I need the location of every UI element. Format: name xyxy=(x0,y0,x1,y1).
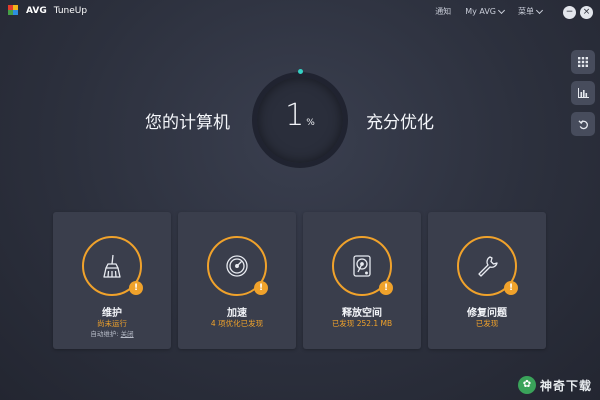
warning-badge: ! xyxy=(504,281,518,295)
apps-grid-button[interactable] xyxy=(571,50,595,74)
headline-fully-optimized: 充分优化 xyxy=(366,113,434,133)
warning-badge: ! xyxy=(129,281,143,295)
site-watermark: ✿ 神奇下载 xyxy=(517,376,592,394)
avg-logo-icon xyxy=(8,5,22,17)
grid-icon xyxy=(578,57,588,67)
notifications-link[interactable]: 通知 xyxy=(435,6,451,17)
free-space-status: 已发现 252.1 MB xyxy=(331,319,393,328)
headline-your-computer: 您的计算机 xyxy=(145,113,230,133)
speed-up-icon-circle: ! xyxy=(207,236,268,296)
gauge-percent-unit: % xyxy=(306,118,315,128)
maintenance-title: 维护 xyxy=(102,308,122,319)
speed-up-title: 加速 xyxy=(227,308,247,319)
app-logo: AVG TuneUp xyxy=(8,5,87,17)
undo-icon xyxy=(577,119,588,129)
my-avg-label: My AVG xyxy=(465,7,496,16)
auto-maintenance-toggle-link[interactable]: 关闭 xyxy=(121,330,134,338)
top-navigation: 通知 My AVG 菜单 xyxy=(435,6,544,17)
speed-up-card[interactable]: ! 加速 4 项优化已发现 xyxy=(178,212,296,349)
gauge-percent-number: 1 xyxy=(285,98,305,133)
fix-problems-card[interactable]: ! 修复问题 已发现 xyxy=(428,212,546,349)
close-button[interactable]: × xyxy=(580,6,593,19)
auto-maintenance-row: 自动维护: 关闭 xyxy=(53,328,171,338)
gauge-value: 1% xyxy=(252,98,348,133)
undo-button[interactable] xyxy=(571,112,595,136)
menu-label: 菜单 xyxy=(518,7,534,16)
fix-problems-title: 修复问题 xyxy=(467,308,507,319)
side-toolbar xyxy=(571,50,595,136)
title-bar: AVG TuneUp 通知 My AVG 菜单 − × xyxy=(0,0,600,26)
free-space-card[interactable]: ! 释放空间 已发现 252.1 MB xyxy=(303,212,421,349)
broom-icon xyxy=(103,254,121,278)
watermark-text: 神奇下载 xyxy=(539,378,592,393)
warning-badge: ! xyxy=(379,281,393,295)
gauge-indicator-dot xyxy=(298,69,303,74)
fix-problems-icon-circle: ! xyxy=(457,236,518,296)
my-avg-menu[interactable]: My AVG xyxy=(465,6,506,17)
speedometer-icon xyxy=(226,255,248,277)
speed-up-status: 4 项优化已发现 xyxy=(210,319,264,328)
free-space-title: 释放空间 xyxy=(342,308,382,319)
free-space-icon-circle: ! xyxy=(332,236,393,296)
chevron-down-icon xyxy=(535,6,544,14)
category-cards: ! 维护 尚未运行 自动维护: 关闭 ! 加速 4 项优化已发现 ! 释放空间 … xyxy=(53,212,546,349)
chevron-down-icon xyxy=(497,6,506,14)
main-menu[interactable]: 菜单 xyxy=(518,6,544,17)
warning-badge: ! xyxy=(254,281,268,295)
minimize-button[interactable]: − xyxy=(563,6,576,19)
auto-maintenance-label: 自动维护: xyxy=(90,330,119,338)
maintenance-icon-circle: ! xyxy=(82,236,143,296)
product-name: TuneUp xyxy=(53,6,88,16)
fix-problems-status: 已发现 xyxy=(475,319,499,328)
hard-drive-icon xyxy=(353,255,371,277)
maintenance-card[interactable]: ! 维护 尚未运行 自动维护: 关闭 xyxy=(53,212,171,349)
wrench-icon xyxy=(478,256,498,277)
watermark-logo-icon: ✿ xyxy=(517,376,536,394)
optimization-gauge: 1% xyxy=(252,69,348,168)
statistics-button[interactable] xyxy=(571,81,595,105)
notifications-label: 通知 xyxy=(435,7,452,16)
brand-name: AVG xyxy=(26,6,47,16)
bar-chart-icon xyxy=(577,88,589,98)
